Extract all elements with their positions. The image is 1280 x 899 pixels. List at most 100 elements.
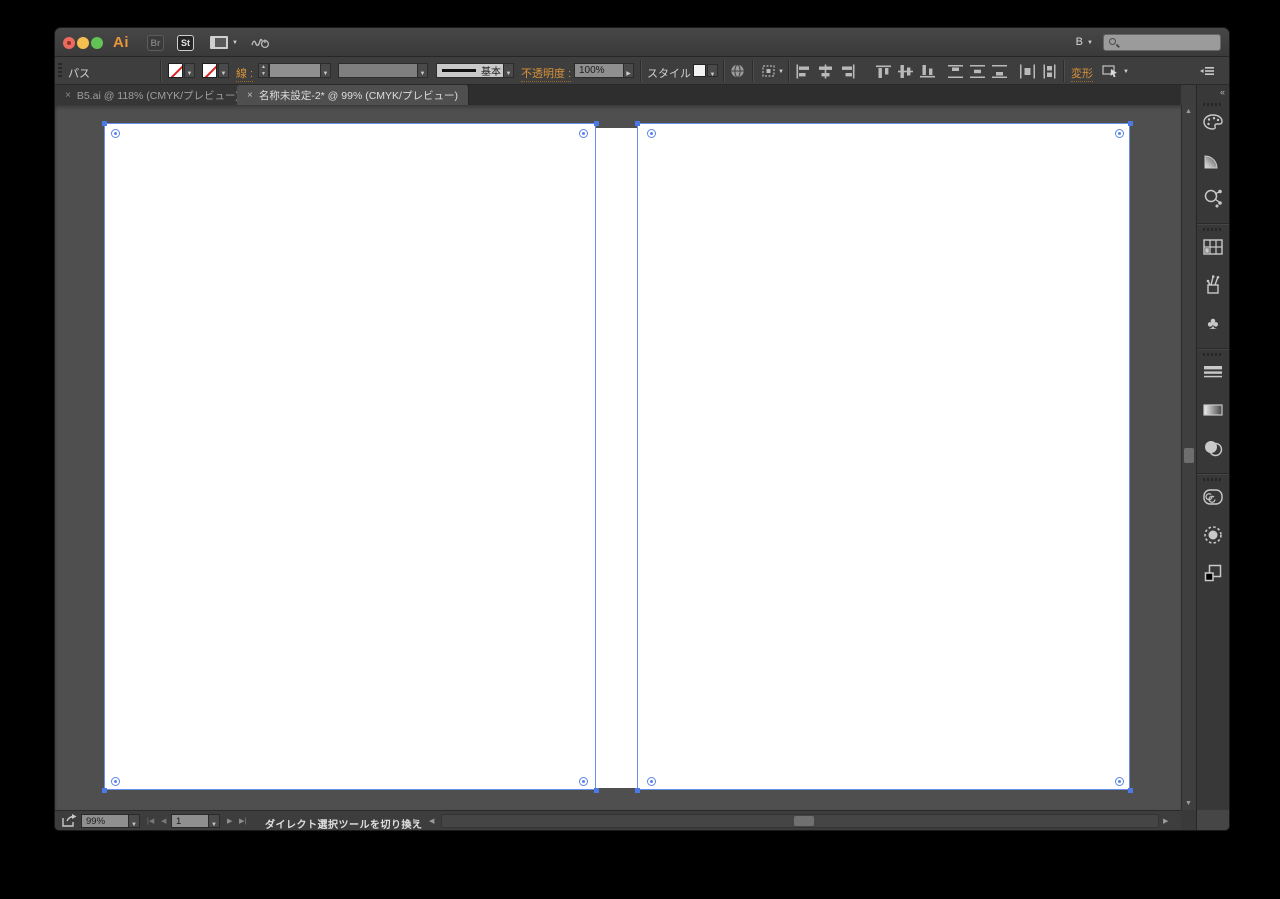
- reference-point-arrow[interactable]: ▼: [778, 69, 784, 75]
- dock-group-grip[interactable]: [1203, 478, 1223, 481]
- style-dropdown[interactable]: ▼: [707, 64, 718, 78]
- stock-icon[interactable]: St: [177, 35, 194, 51]
- corner-radius-widget[interactable]: [111, 129, 120, 138]
- gradient-slider-panel-icon[interactable]: [1202, 399, 1224, 421]
- next-artboard-icon[interactable]: ▶: [227, 817, 232, 825]
- width-profile-field[interactable]: [338, 63, 418, 78]
- document-setup-globe-icon[interactable]: [729, 63, 746, 79]
- align-top-icon[interactable]: [875, 64, 892, 79]
- distribute-horizontal-space-icon[interactable]: [1019, 64, 1036, 79]
- transform-label[interactable]: 変形: [1071, 65, 1093, 82]
- brush-definition-field[interactable]: 基本: [436, 63, 507, 78]
- corner-radius-widget[interactable]: [647, 777, 656, 786]
- zoom-level-field[interactable]: 99%: [81, 814, 129, 828]
- zoom-level-dropdown[interactable]: ▼: [128, 814, 140, 828]
- vertical-scrollbar[interactable]: ▲ ▼: [1181, 105, 1195, 810]
- horizontal-scrollbar[interactable]: [441, 814, 1159, 828]
- artboard-number-dropdown[interactable]: ▼: [208, 814, 220, 828]
- corner-radius-widget[interactable]: [111, 777, 120, 786]
- symbols-panel-icon[interactable]: ♣: [1202, 312, 1224, 334]
- previous-artboard-icon[interactable]: ◀: [161, 817, 166, 825]
- reference-point-icon[interactable]: [760, 63, 777, 79]
- anchor-point[interactable]: [1128, 121, 1133, 126]
- align-center-vertical-icon[interactable]: [897, 64, 914, 79]
- fill-color-swatch[interactable]: [168, 63, 183, 78]
- cc-sync-status-icon[interactable]: [251, 35, 271, 50]
- scroll-left-icon[interactable]: ◀: [429, 817, 434, 825]
- search-input[interactable]: [1103, 34, 1221, 51]
- canvas-area[interactable]: [55, 105, 1181, 810]
- scroll-up-icon[interactable]: ▲: [1182, 108, 1195, 115]
- workspace-switcher-arrow[interactable]: ▼: [1087, 40, 1093, 46]
- scroll-right-icon[interactable]: ▶: [1163, 817, 1168, 825]
- swatches-panel-icon[interactable]: [1202, 236, 1224, 258]
- tab-untitled-2-document[interactable]: × 名称未設定-2* @ 99% (CMYK/プレビュー): [237, 85, 469, 105]
- cc-libraries-panel-icon[interactable]: [1202, 486, 1224, 508]
- opacity-field[interactable]: 100%: [574, 63, 624, 78]
- control-bar-grip[interactable]: [58, 63, 62, 79]
- minimize-window-button[interactable]: [77, 37, 89, 49]
- corner-radius-widget[interactable]: [579, 129, 588, 138]
- workspace-switcher[interactable]: B: [1076, 36, 1083, 48]
- artboards-panel-icon[interactable]: [1202, 562, 1224, 584]
- stroke-weight-label[interactable]: 線 :: [236, 65, 254, 82]
- stroke-panel-icon[interactable]: [1202, 361, 1224, 383]
- align-left-icon[interactable]: [795, 64, 812, 79]
- align-center-horizontal-icon[interactable]: [817, 64, 834, 79]
- bridge-icon[interactable]: Br: [147, 35, 164, 51]
- transparency-panel-icon[interactable]: [1202, 437, 1224, 459]
- distribute-top-icon[interactable]: [947, 64, 964, 79]
- left-page-rectangle[interactable]: [104, 123, 596, 790]
- dock-group-grip[interactable]: [1203, 353, 1223, 356]
- stroke-color-swatch[interactable]: [202, 63, 217, 78]
- anchor-point[interactable]: [1128, 788, 1133, 793]
- share-export-icon[interactable]: [61, 814, 78, 828]
- stepper-up-icon[interactable]: ▲: [259, 64, 268, 71]
- status-hint-arrow-icon[interactable]: ▶: [413, 817, 418, 825]
- stroke-weight-dropdown[interactable]: ▼: [320, 63, 331, 78]
- brush-definition-dropdown[interactable]: ▼: [503, 63, 514, 78]
- stroke-weight-field[interactable]: [269, 63, 321, 78]
- brushes-panel-icon[interactable]: [1202, 274, 1224, 296]
- first-artboard-icon[interactable]: |◀: [147, 817, 154, 825]
- opacity-dropdown[interactable]: ▶: [623, 63, 634, 78]
- anchor-point[interactable]: [635, 121, 640, 126]
- arrange-documents-icon[interactable]: [210, 36, 228, 49]
- anchor-point[interactable]: [102, 121, 107, 126]
- anchor-point[interactable]: [102, 788, 107, 793]
- color-panel-icon[interactable]: [1202, 111, 1224, 133]
- corner-radius-widget[interactable]: [647, 129, 656, 138]
- width-profile-dropdown[interactable]: ▼: [417, 63, 428, 78]
- color-guide-panel-icon[interactable]: [1202, 187, 1224, 209]
- arrange-documents-arrow[interactable]: ▼: [232, 40, 238, 46]
- corner-radius-widget[interactable]: [579, 777, 588, 786]
- distribute-vertical-space-icon[interactable]: [1041, 64, 1058, 79]
- right-page-rectangle[interactable]: [637, 123, 1130, 790]
- corner-radius-widget[interactable]: [1115, 777, 1124, 786]
- anchor-point[interactable]: [635, 788, 640, 793]
- corner-radius-widget[interactable]: [1115, 129, 1124, 138]
- gradient-panel-icon[interactable]: [1202, 149, 1224, 171]
- stroke-color-dropdown[interactable]: ▼: [218, 63, 229, 78]
- close-tab-icon[interactable]: ×: [247, 90, 253, 101]
- align-bottom-icon[interactable]: [919, 64, 936, 79]
- dock-group-grip[interactable]: [1203, 103, 1223, 106]
- stepper-down-icon[interactable]: ▼: [259, 71, 268, 78]
- artboard-number-field[interactable]: 1: [171, 814, 209, 828]
- anchor-point[interactable]: [594, 121, 599, 126]
- stroke-weight-stepper[interactable]: ▲ ▼: [258, 63, 269, 78]
- scroll-down-icon[interactable]: ▼: [1182, 800, 1195, 807]
- distribute-bottom-icon[interactable]: [991, 64, 1008, 79]
- isolate-options-arrow[interactable]: ▼: [1123, 69, 1129, 75]
- control-panel-menu-icon[interactable]: [1199, 66, 1215, 76]
- tab-b5-document[interactable]: × B5.ai @ 118% (CMYK/プレビュー): [55, 85, 251, 105]
- vertical-scroll-thumb[interactable]: [1184, 448, 1194, 463]
- distribute-center-vertical-icon[interactable]: [969, 64, 986, 79]
- zoom-window-button[interactable]: [91, 37, 103, 49]
- align-right-icon[interactable]: [839, 64, 856, 79]
- close-tab-icon[interactable]: ×: [65, 90, 71, 101]
- opacity-label[interactable]: 不透明度 :: [521, 65, 572, 82]
- expand-panels-icon[interactable]: «: [1220, 87, 1225, 97]
- dock-group-grip[interactable]: [1203, 228, 1223, 231]
- last-artboard-icon[interactable]: ▶|: [239, 817, 246, 825]
